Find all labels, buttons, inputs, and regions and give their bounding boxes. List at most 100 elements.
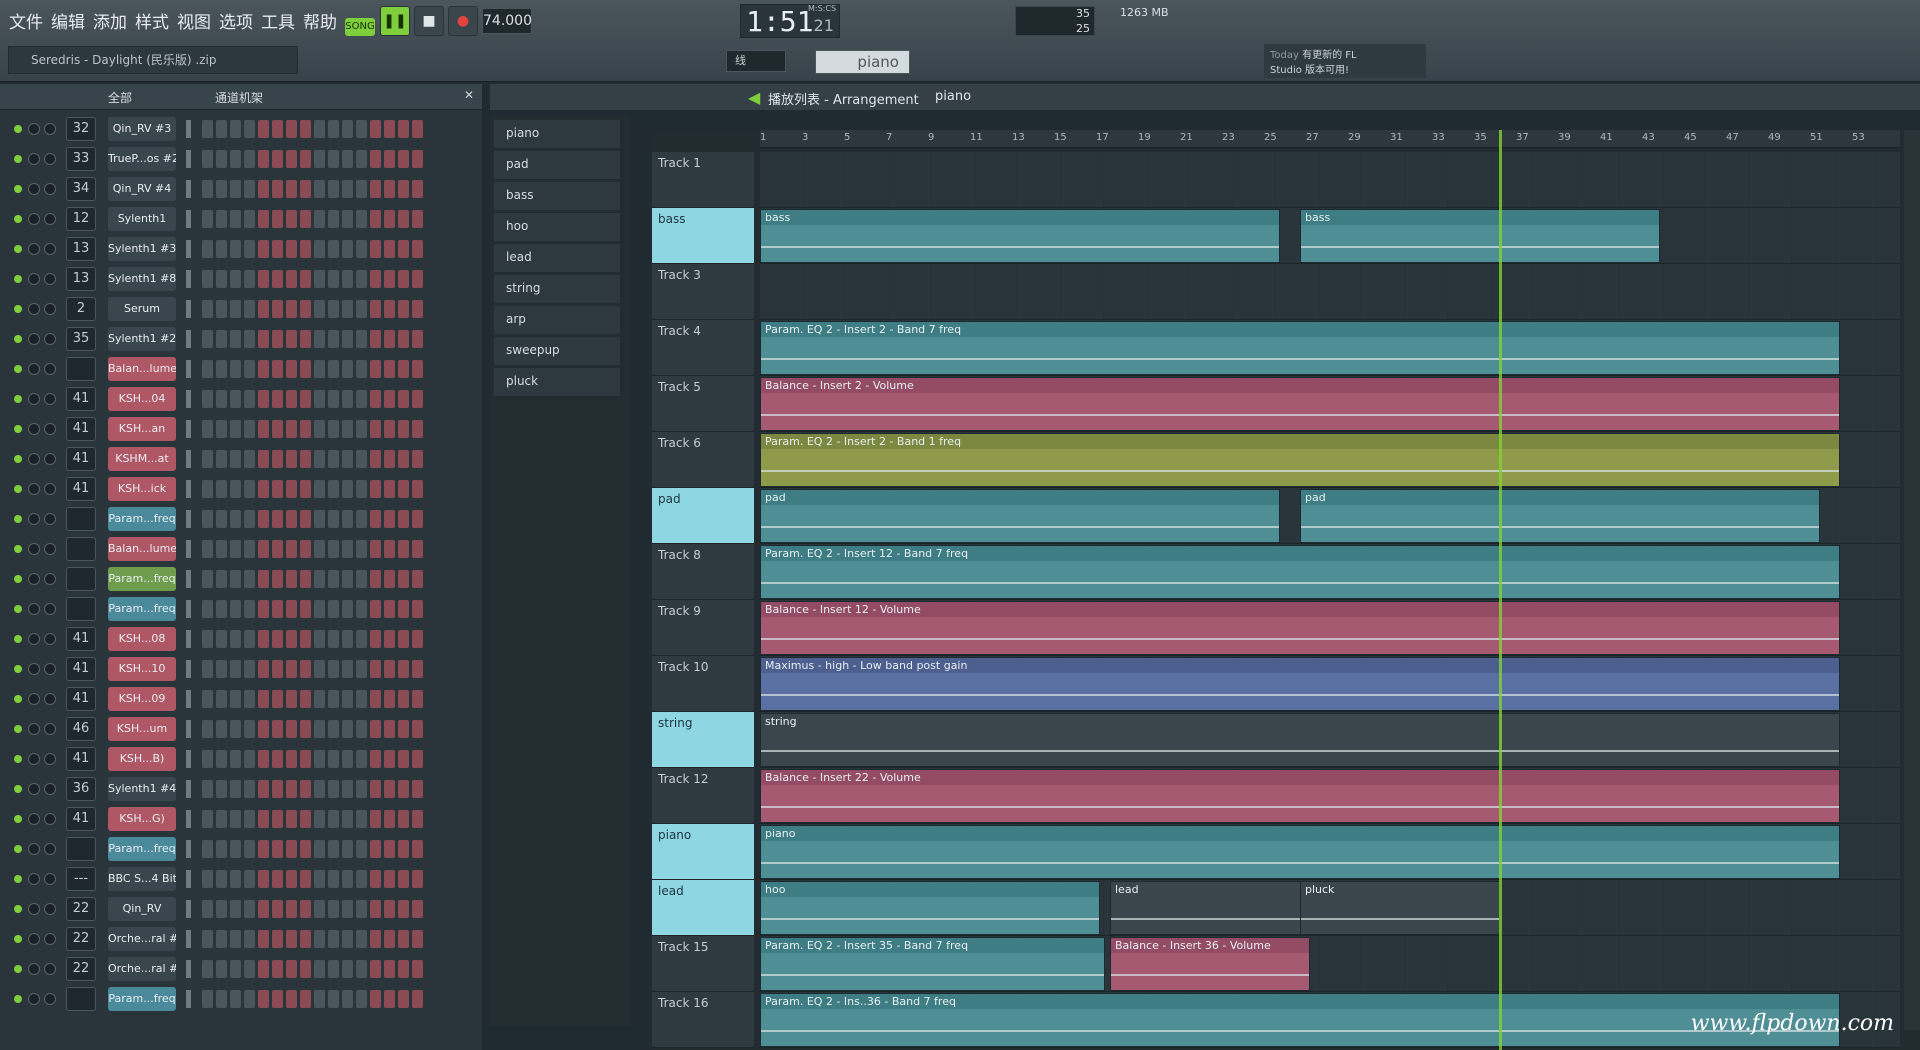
pan-knob[interactable] bbox=[28, 483, 40, 495]
step-button[interactable] bbox=[328, 990, 339, 1008]
pattern-selector[interactable]: piano bbox=[815, 50, 910, 74]
step-button[interactable] bbox=[328, 450, 339, 468]
step-button[interactable] bbox=[412, 600, 423, 618]
track-header[interactable]: piano bbox=[652, 824, 754, 880]
track-header[interactable]: Track 5 bbox=[652, 376, 754, 432]
step-button[interactable] bbox=[244, 420, 255, 438]
step-button[interactable] bbox=[356, 120, 367, 138]
step-button[interactable] bbox=[398, 240, 409, 258]
step-button[interactable] bbox=[412, 210, 423, 228]
pan-knob[interactable] bbox=[28, 213, 40, 225]
mixer-track-number[interactable]: 13 bbox=[66, 267, 96, 291]
step-button[interactable] bbox=[258, 240, 269, 258]
pan-knob[interactable] bbox=[28, 933, 40, 945]
step-button[interactable] bbox=[314, 780, 325, 798]
channel-select[interactable] bbox=[186, 300, 191, 318]
step-button[interactable] bbox=[230, 210, 241, 228]
step-button[interactable] bbox=[300, 960, 311, 978]
channel-select[interactable] bbox=[186, 420, 191, 438]
mixer-track-number[interactable]: 41 bbox=[66, 747, 96, 771]
step-button[interactable] bbox=[384, 480, 395, 498]
step-button[interactable] bbox=[286, 330, 297, 348]
step-button[interactable] bbox=[244, 570, 255, 588]
step-button[interactable] bbox=[244, 240, 255, 258]
step-button[interactable] bbox=[202, 930, 213, 948]
step-button[interactable] bbox=[398, 960, 409, 978]
menu-options[interactable]: 选项 bbox=[216, 8, 256, 33]
step-button[interactable] bbox=[230, 690, 241, 708]
step-button[interactable] bbox=[216, 810, 227, 828]
step-button[interactable] bbox=[328, 660, 339, 678]
mute-led[interactable] bbox=[14, 905, 22, 913]
bar-ruler[interactable]: 1 3 5 7 9 11 13 15 17 19 21 23 25 27 29 31 33 35 37 39 41 43 4… bbox=[760, 130, 1900, 148]
step-button[interactable] bbox=[314, 660, 325, 678]
step-button[interactable] bbox=[300, 690, 311, 708]
step-button[interactable] bbox=[342, 150, 353, 168]
track-header[interactable]: Track 1 bbox=[652, 152, 754, 208]
step-button[interactable] bbox=[272, 480, 283, 498]
step-button[interactable] bbox=[244, 870, 255, 888]
step-button[interactable] bbox=[230, 840, 241, 858]
step-button[interactable] bbox=[286, 210, 297, 228]
playhead[interactable] bbox=[1499, 130, 1502, 1050]
step-button[interactable] bbox=[230, 240, 241, 258]
step-button[interactable] bbox=[300, 150, 311, 168]
mute-led[interactable] bbox=[14, 275, 22, 283]
step-button[interactable] bbox=[398, 690, 409, 708]
playlist-clip[interactable]: bass bbox=[760, 209, 1280, 263]
playlist-clip[interactable]: Param. EQ 2 - Ins..36 - Band 7 freq bbox=[760, 993, 1840, 1047]
channel-select[interactable] bbox=[186, 540, 191, 558]
mixer-track-number[interactable]: 13 bbox=[66, 237, 96, 261]
step-button[interactable] bbox=[356, 930, 367, 948]
step-button[interactable] bbox=[328, 720, 339, 738]
step-button[interactable] bbox=[244, 900, 255, 918]
mute-led[interactable] bbox=[14, 755, 22, 763]
step-button[interactable] bbox=[272, 870, 283, 888]
step-button[interactable] bbox=[342, 390, 353, 408]
step-button[interactable] bbox=[286, 750, 297, 768]
step-button[interactable] bbox=[216, 600, 227, 618]
picker-item[interactable]: hoo bbox=[494, 213, 620, 241]
track-header[interactable]: Track 3 bbox=[652, 264, 754, 320]
step-button[interactable] bbox=[300, 420, 311, 438]
step-button[interactable] bbox=[370, 810, 381, 828]
step-button[interactable] bbox=[286, 540, 297, 558]
step-button[interactable] bbox=[398, 570, 409, 588]
step-button[interactable] bbox=[300, 270, 311, 288]
step-button[interactable] bbox=[286, 180, 297, 198]
step-button[interactable] bbox=[342, 120, 353, 138]
channel-name-button[interactable]: BBC S...4 Bit) bbox=[108, 867, 176, 891]
channel-select[interactable] bbox=[186, 600, 191, 618]
channel-select[interactable] bbox=[186, 720, 191, 738]
track-header[interactable]: Track 8 bbox=[652, 544, 754, 600]
step-button[interactable] bbox=[216, 840, 227, 858]
volume-knob[interactable] bbox=[44, 153, 56, 165]
step-button[interactable] bbox=[328, 540, 339, 558]
track-header[interactable]: Track 9 bbox=[652, 600, 754, 656]
step-button[interactable] bbox=[370, 480, 381, 498]
step-button[interactable] bbox=[328, 330, 339, 348]
step-button[interactable] bbox=[258, 840, 269, 858]
pan-knob[interactable] bbox=[28, 513, 40, 525]
step-button[interactable] bbox=[412, 630, 423, 648]
step-button[interactable] bbox=[384, 780, 395, 798]
channel-name-button[interactable]: Balan...lume bbox=[108, 357, 176, 381]
step-button[interactable] bbox=[342, 180, 353, 198]
mixer-track-number[interactable]: 41 bbox=[66, 657, 96, 681]
step-button[interactable] bbox=[412, 420, 423, 438]
step-button[interactable] bbox=[202, 690, 213, 708]
step-button[interactable] bbox=[398, 390, 409, 408]
step-button[interactable] bbox=[342, 960, 353, 978]
step-button[interactable] bbox=[202, 540, 213, 558]
step-button[interactable] bbox=[398, 540, 409, 558]
step-button[interactable] bbox=[384, 690, 395, 708]
step-button[interactable] bbox=[216, 960, 227, 978]
mixer-track-number[interactable] bbox=[66, 837, 96, 861]
step-button[interactable] bbox=[230, 420, 241, 438]
step-button[interactable] bbox=[370, 780, 381, 798]
mixer-track-number[interactable]: 35 bbox=[66, 327, 96, 351]
mute-led[interactable] bbox=[14, 335, 22, 343]
pan-knob[interactable] bbox=[28, 753, 40, 765]
step-button[interactable] bbox=[342, 510, 353, 528]
step-button[interactable] bbox=[258, 120, 269, 138]
